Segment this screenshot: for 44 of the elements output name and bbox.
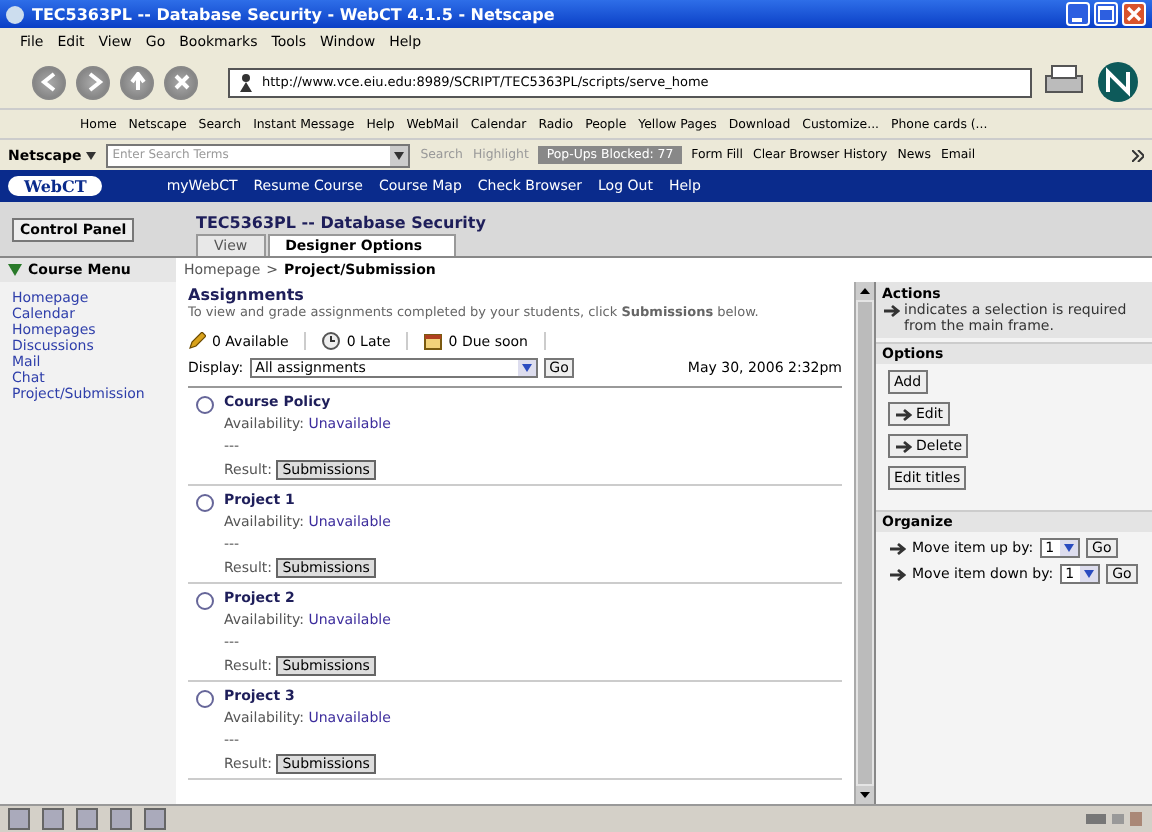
status-bar-icon[interactable] — [42, 808, 64, 830]
stop-icon — [171, 72, 191, 92]
status-bar-icon[interactable] — [144, 808, 166, 830]
selection-arrow-icon — [894, 407, 912, 421]
forward-button[interactable] — [76, 65, 110, 99]
selection-arrow-icon — [894, 439, 912, 453]
caret-icon — [1084, 570, 1095, 578]
selection-arrow-icon — [888, 567, 906, 581]
maximize-icon — [1098, 6, 1114, 22]
radio-button[interactable] — [196, 396, 214, 414]
close-icon — [1126, 6, 1142, 22]
scroll-down-icon[interactable] — [856, 786, 874, 804]
reload-button[interactable] — [120, 65, 154, 99]
radio-button[interactable] — [196, 592, 214, 610]
netscape-logo-icon — [1096, 60, 1140, 104]
caret-icon — [394, 151, 405, 159]
webct-logo[interactable]: WebCT — [8, 176, 103, 196]
caret-icon — [1064, 544, 1075, 552]
status-bar-icon[interactable] — [8, 808, 30, 830]
radio-button[interactable] — [196, 690, 214, 708]
window-title: TEC5363PL -- Database Security - WebCT 4.1.5 - Netscape — [32, 5, 557, 23]
close-button[interactable] — [1122, 2, 1146, 26]
selection-arrow-icon — [882, 304, 900, 318]
caret-icon — [86, 151, 97, 159]
browser-icon — [6, 5, 24, 23]
assignments-heading: Assignments — [188, 286, 306, 304]
maximize-button[interactable] — [1094, 2, 1118, 26]
radio-button[interactable] — [196, 494, 214, 512]
calendar-icon — [424, 332, 443, 350]
pencil-icon — [188, 332, 206, 350]
clock-icon — [322, 332, 341, 350]
triangle-icon — [8, 264, 22, 276]
back-button[interactable] — [32, 65, 66, 99]
caret-icon — [521, 364, 532, 372]
scrollbar[interactable] — [854, 282, 874, 804]
stop-button[interactable] — [164, 65, 198, 99]
chevron-icon[interactable] — [1132, 149, 1144, 161]
up-arrow-icon — [127, 72, 147, 92]
status-bar-icon[interactable] — [110, 808, 132, 830]
course-title: TEC5363PL -- Database Security — [196, 214, 488, 232]
scroll-up-icon[interactable] — [856, 282, 874, 300]
selection-arrow-icon — [888, 541, 906, 555]
minimize-button[interactable] — [1066, 2, 1090, 26]
status-bar-icon[interactable] — [76, 808, 98, 830]
